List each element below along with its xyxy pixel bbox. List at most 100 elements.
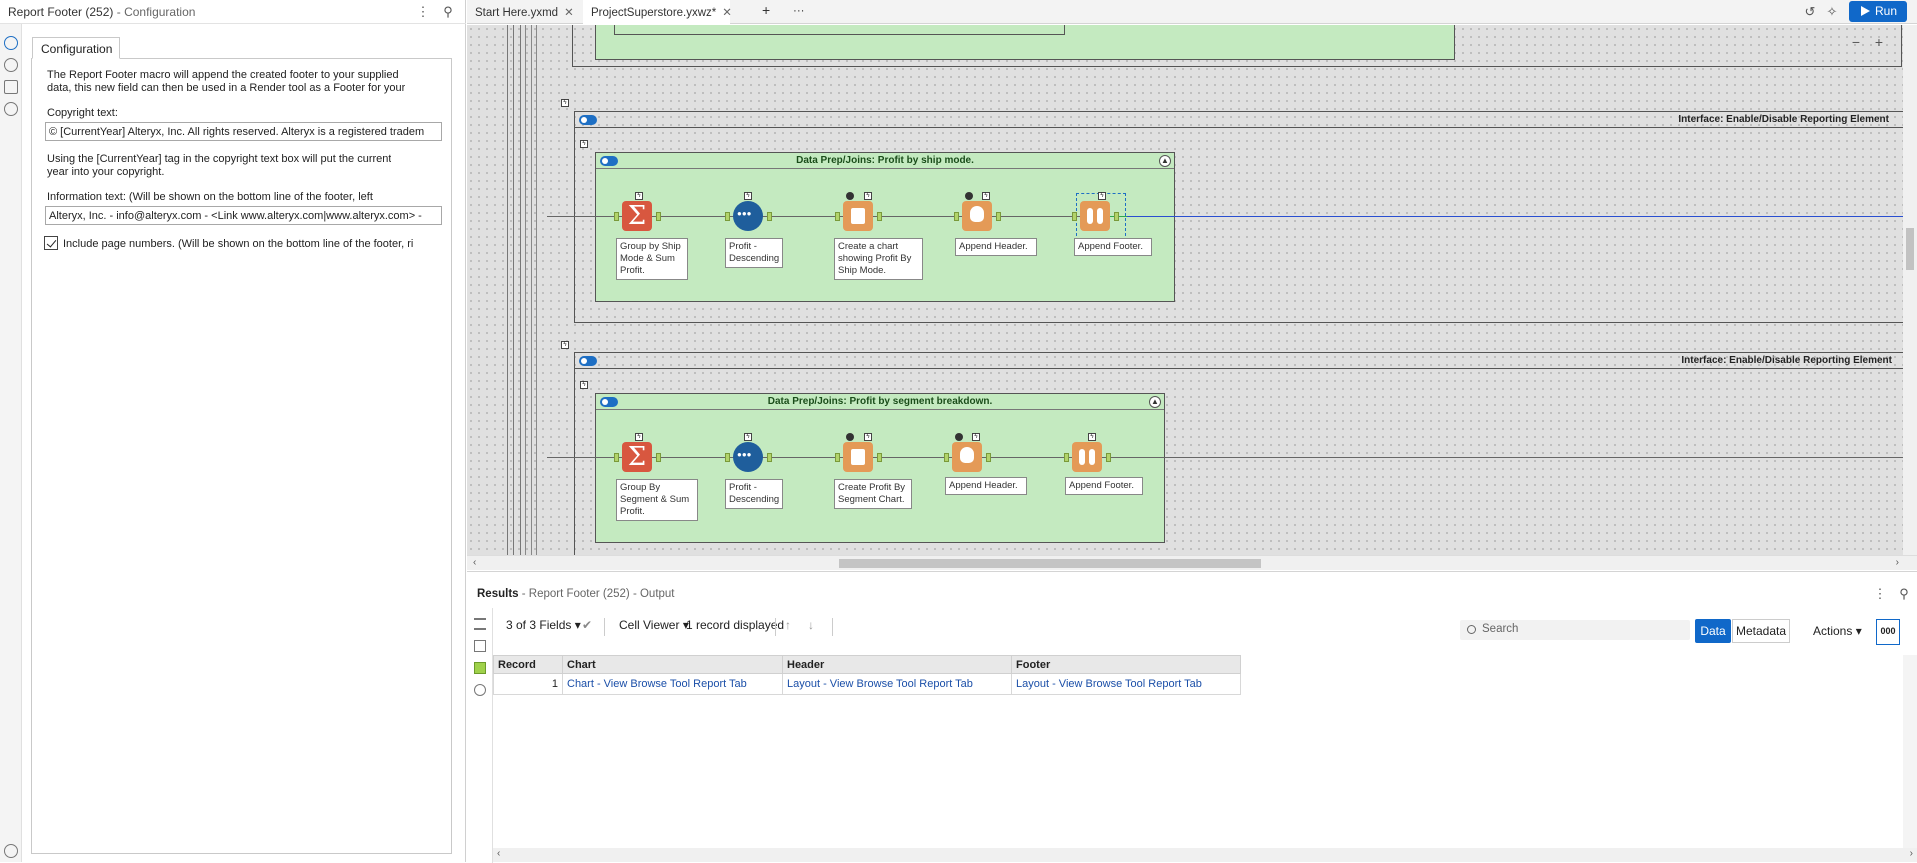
- footer-cell[interactable]: Layout - View Browse Tool Report Tab: [1011, 673, 1241, 695]
- collapse-icon[interactable]: ▲: [1159, 155, 1171, 167]
- scroll-thumb[interactable]: [1906, 228, 1914, 270]
- toggle-switch[interactable]: [579, 115, 597, 125]
- bolt-icon[interactable]: ϟ: [635, 192, 643, 200]
- scroll-right-icon[interactable]: ›: [1896, 557, 1899, 568]
- scroll-left-icon[interactable]: ‹: [497, 848, 500, 859]
- history-icon[interactable]: ↺: [1802, 4, 1818, 20]
- table-row[interactable]: 1 Chart - View Browse Tool Report Tab La…: [493, 673, 1241, 695]
- zoom-out-button[interactable]: −: [1847, 35, 1865, 51]
- data-button[interactable]: Data: [1695, 619, 1731, 643]
- tag-icon[interactable]: [4, 80, 18, 94]
- bolt-icon[interactable]: ϟ: [864, 433, 872, 441]
- results-vertical-scrollbar[interactable]: [1903, 655, 1917, 848]
- bolt-icon[interactable]: ϟ: [1088, 433, 1096, 441]
- input-anchor[interactable]: [835, 453, 840, 462]
- tab-configuration[interactable]: Configuration: [32, 37, 120, 59]
- canvas-vertical-scrollbar[interactable]: [1903, 25, 1917, 555]
- pin-icon[interactable]: ⚲: [440, 4, 456, 20]
- column-header-footer[interactable]: Footer: [1011, 655, 1241, 674]
- scroll-thumb[interactable]: [839, 559, 1261, 568]
- arrow-down-icon[interactable]: ↓: [808, 618, 814, 632]
- output-anchor[interactable]: [767, 212, 772, 221]
- summarize-icon[interactable]: Σ: [622, 442, 652, 472]
- bolt-icon[interactable]: ϟ: [982, 192, 990, 200]
- summarize-icon[interactable]: Σ: [622, 201, 652, 231]
- tab-start-here[interactable]: Start Here.yxmd ✕: [467, 0, 582, 24]
- close-icon[interactable]: ✕: [564, 7, 574, 19]
- bolt-icon[interactable]: ϟ: [864, 192, 872, 200]
- help-icon[interactable]: [474, 684, 486, 696]
- page-numbers-checkbox[interactable]: [44, 236, 58, 250]
- pin-icon[interactable]: ⚲: [1896, 586, 1912, 602]
- input-anchor[interactable]: [725, 212, 730, 221]
- column-header-chart[interactable]: Chart: [562, 655, 783, 674]
- chart-icon[interactable]: [843, 442, 873, 472]
- column-header-record[interactable]: Record: [493, 655, 563, 674]
- input-anchor[interactable]: [614, 453, 619, 462]
- check-icon[interactable]: ✔: [582, 618, 592, 632]
- header-cell[interactable]: Layout - View Browse Tool Report Tab: [782, 673, 1012, 695]
- output-anchor[interactable]: [656, 212, 661, 221]
- ooo-button[interactable]: 000: [1876, 619, 1900, 645]
- list-icon[interactable]: [474, 618, 486, 630]
- input-anchor[interactable]: [835, 212, 840, 221]
- input-anchor[interactable]: [725, 453, 730, 462]
- output-anchor[interactable]: [656, 453, 661, 462]
- chart-cell[interactable]: Chart - View Browse Tool Report Tab: [562, 673, 783, 695]
- report-header-icon[interactable]: [962, 201, 992, 231]
- canvas-horizontal-scrollbar[interactable]: ‹ ›: [467, 555, 1917, 570]
- output-anchor[interactable]: [1114, 212, 1119, 221]
- output-anchor[interactable]: [877, 212, 882, 221]
- bolt-icon[interactable]: ϟ: [972, 433, 980, 441]
- zoom-in-button[interactable]: +: [1870, 35, 1888, 51]
- gear-icon[interactable]: [4, 36, 18, 50]
- copyright-input[interactable]: © [CurrentYear] Alteryx, Inc. All rights…: [45, 122, 442, 141]
- help-icon[interactable]: [4, 102, 18, 116]
- more-options-icon[interactable]: ⋮: [1872, 586, 1888, 602]
- collapse-icon[interactable]: ▲: [1149, 396, 1161, 408]
- input-anchor[interactable]: [1064, 453, 1069, 462]
- arrow-up-icon[interactable]: ↑: [785, 618, 791, 632]
- results-horizontal-scrollbar[interactable]: ‹ ›: [493, 848, 1917, 862]
- output-anchor[interactable]: [1106, 453, 1111, 462]
- output-anchor[interactable]: [877, 453, 882, 462]
- report-footer-icon[interactable]: [1080, 201, 1110, 231]
- input-anchor[interactable]: [954, 212, 959, 221]
- sort-icon[interactable]: [733, 442, 763, 472]
- run-button[interactable]: Run: [1849, 1, 1907, 22]
- information-input[interactable]: Alteryx, Inc. - info@alteryx.com - <Link…: [45, 206, 442, 225]
- scroll-left-icon[interactable]: ‹: [473, 557, 476, 568]
- bolt-icon[interactable]: ϟ: [580, 140, 588, 148]
- bolt-icon[interactable]: ϟ: [1098, 192, 1106, 200]
- more-tabs-button[interactable]: ···: [785, 0, 813, 24]
- report-header-icon[interactable]: [952, 442, 982, 472]
- output-anchor[interactable]: [767, 453, 772, 462]
- bolt-icon[interactable]: ϟ: [561, 99, 569, 107]
- bolt-icon[interactable]: ϟ: [580, 381, 588, 389]
- fields-dropdown[interactable]: 3 of 3 Fields ▾: [506, 618, 581, 632]
- close-icon[interactable]: ✕: [722, 7, 732, 19]
- table-icon[interactable]: [474, 640, 486, 652]
- magic-wand-icon[interactable]: ✧: [1824, 4, 1840, 20]
- bolt-icon[interactable]: ϟ: [744, 433, 752, 441]
- more-options-icon[interactable]: ⋮: [415, 4, 431, 20]
- check-circle-icon[interactable]: [4, 844, 18, 858]
- report-footer-icon[interactable]: [1072, 442, 1102, 472]
- output-tag-icon[interactable]: [474, 662, 486, 674]
- cell-viewer-dropdown[interactable]: Cell Viewer ▾: [619, 618, 689, 632]
- metadata-button[interactable]: Metadata: [1732, 619, 1790, 643]
- bolt-icon[interactable]: ϟ: [635, 433, 643, 441]
- bolt-icon[interactable]: ϟ: [561, 341, 569, 349]
- sort-icon[interactable]: [733, 201, 763, 231]
- output-anchor[interactable]: [996, 212, 1001, 221]
- actions-dropdown[interactable]: Actions ▾: [1813, 624, 1862, 638]
- bolt-icon[interactable]: ϟ: [744, 192, 752, 200]
- connection-icon[interactable]: [4, 58, 18, 72]
- input-anchor[interactable]: [1072, 212, 1077, 221]
- workflow-canvas[interactable]: − + ϟ Interface: Enable/Disable Reportin…: [467, 25, 1903, 555]
- column-header-header[interactable]: Header: [782, 655, 1012, 674]
- search-input[interactable]: Search: [1460, 620, 1690, 640]
- scroll-right-icon[interactable]: ›: [1910, 848, 1913, 859]
- add-tab-button[interactable]: +: [754, 0, 778, 24]
- output-anchor[interactable]: [986, 453, 991, 462]
